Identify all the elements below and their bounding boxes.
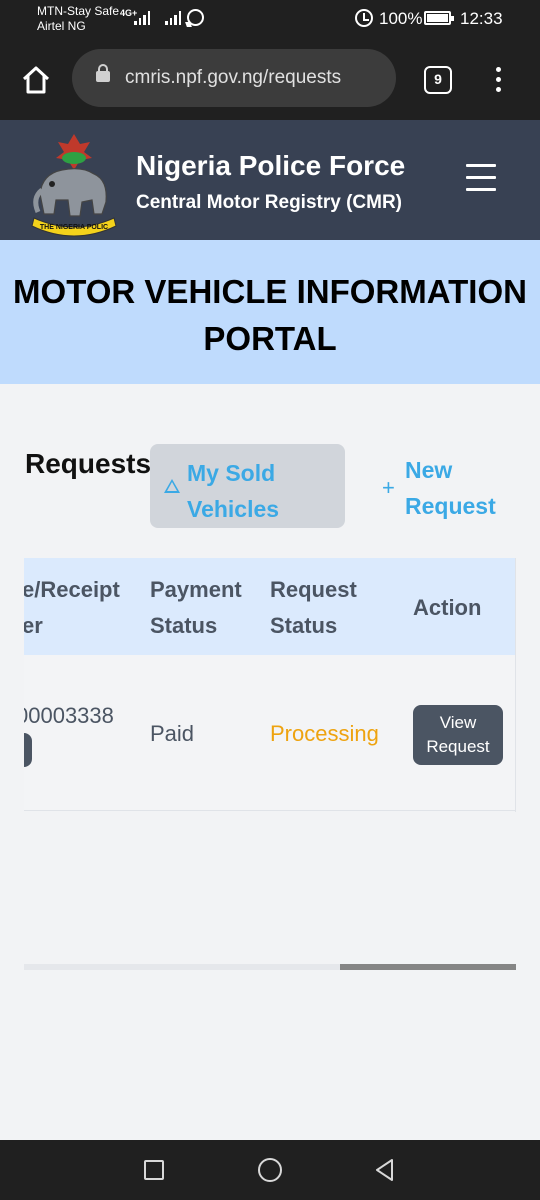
portal-banner: MOTOR VEHICLE INFORMATION PORTAL: [0, 240, 540, 384]
tabs-icon[interactable]: 9: [424, 66, 452, 94]
requests-heading: Requests: [25, 448, 152, 479]
clock: 12:33: [460, 9, 503, 28]
column-header-payment-status-line-1: Payment: [150, 577, 242, 602]
site-header: THE NIGERIA POLIC Nigeria Police Force C…: [0, 120, 540, 240]
view-request-button[interactable]: View Request: [413, 705, 503, 765]
system-nav-bar: [0, 1140, 540, 1200]
receipt-action-button[interactable]: [24, 733, 32, 767]
column-header-receipt-line-2: er: [24, 613, 43, 638]
back-icon[interactable]: [372, 1157, 398, 1183]
table-row: 00003338 Paid Processing View Request: [24, 655, 515, 811]
new-request-label: New Request: [405, 452, 515, 524]
new-request-button[interactable]: + New Request: [378, 452, 508, 524]
logo-ribbon-text: THE NIGERIA POLIC: [40, 224, 108, 231]
hamburger-menu-icon[interactable]: [466, 164, 496, 194]
status-bar: MTN-Stay Safe Airtel NG 4G+ 100% 12:33: [0, 0, 540, 40]
request-status-cell: Processing: [270, 721, 379, 746]
new-request-label-line-1: New: [405, 457, 453, 483]
site-title[interactable]: Nigeria Police Force: [136, 150, 405, 182]
recent-apps-icon[interactable]: [144, 1160, 164, 1180]
warning-triangle-icon: [164, 479, 180, 493]
table-horizontal-scrollbar[interactable]: [24, 964, 516, 970]
signal-icon: [134, 11, 150, 25]
requests-table: e/Receipt er Payment Status Request Stat…: [24, 558, 516, 812]
portal-title: MOTOR VEHICLE INFORMATION PORTAL: [0, 268, 540, 362]
scrollbar-thumb[interactable]: [340, 964, 516, 970]
whatsapp-icon: [187, 9, 204, 26]
my-sold-vehicles-label-line-1: My Sold: [187, 460, 276, 486]
portal-title-line-1: MOTOR VEHICLE INFORMATION: [13, 273, 527, 310]
carrier-info: MTN-Stay Safe Airtel NG: [37, 4, 119, 34]
column-header-request-status: Request Status: [270, 572, 357, 644]
receipt-number-cell: 00003338: [24, 703, 114, 728]
police-crest-logo[interactable]: THE NIGERIA POLIC: [22, 128, 126, 240]
battery-icon: [424, 11, 454, 25]
home-icon[interactable]: [20, 64, 52, 96]
more-vertical-icon[interactable]: [494, 67, 502, 93]
my-sold-vehicles-label: My Sold Vehicles: [187, 455, 337, 527]
plus-icon: +: [382, 475, 395, 500]
column-header-receipt: e/Receipt er: [24, 572, 120, 644]
view-request-label-line-1: View: [439, 713, 477, 732]
alarm-icon: [355, 9, 373, 27]
new-request-label-line-2: Request: [405, 493, 496, 519]
carrier-2: Airtel NG: [37, 19, 86, 33]
home-circle-icon[interactable]: [258, 1158, 282, 1182]
url-text: cmris.npf.gov.ng/requests: [125, 67, 342, 88]
my-sold-vehicles-button[interactable]: My Sold Vehicles: [150, 444, 345, 528]
site-subtitle: Central Motor Registry (CMR): [136, 192, 403, 213]
lock-icon: [96, 64, 110, 82]
carrier-1: MTN-Stay Safe: [37, 4, 120, 18]
column-header-action: Action: [413, 595, 482, 620]
column-header-payment-status: Payment Status: [150, 572, 242, 644]
portal-title-line-2: PORTAL: [203, 320, 337, 357]
table-header: e/Receipt er Payment Status Request Stat…: [24, 558, 515, 655]
column-header-request-status-line-1: Request: [270, 577, 357, 602]
column-header-payment-status-line-2: Status: [150, 613, 218, 638]
browser-toolbar: cmris.npf.gov.ng/requests 9: [0, 40, 540, 120]
battery-percentage: 100%: [379, 9, 423, 28]
column-header-receipt-line-1: e/Receipt: [24, 577, 120, 602]
view-request-label-line-2: Request: [426, 737, 490, 756]
signal-icon: [165, 11, 181, 25]
address-bar[interactable]: cmris.npf.gov.ng/requests: [72, 49, 396, 107]
my-sold-vehicles-label-line-2: Vehicles: [187, 496, 280, 522]
column-header-request-status-line-2: Status: [270, 613, 338, 638]
payment-status-cell: Paid: [150, 721, 195, 746]
